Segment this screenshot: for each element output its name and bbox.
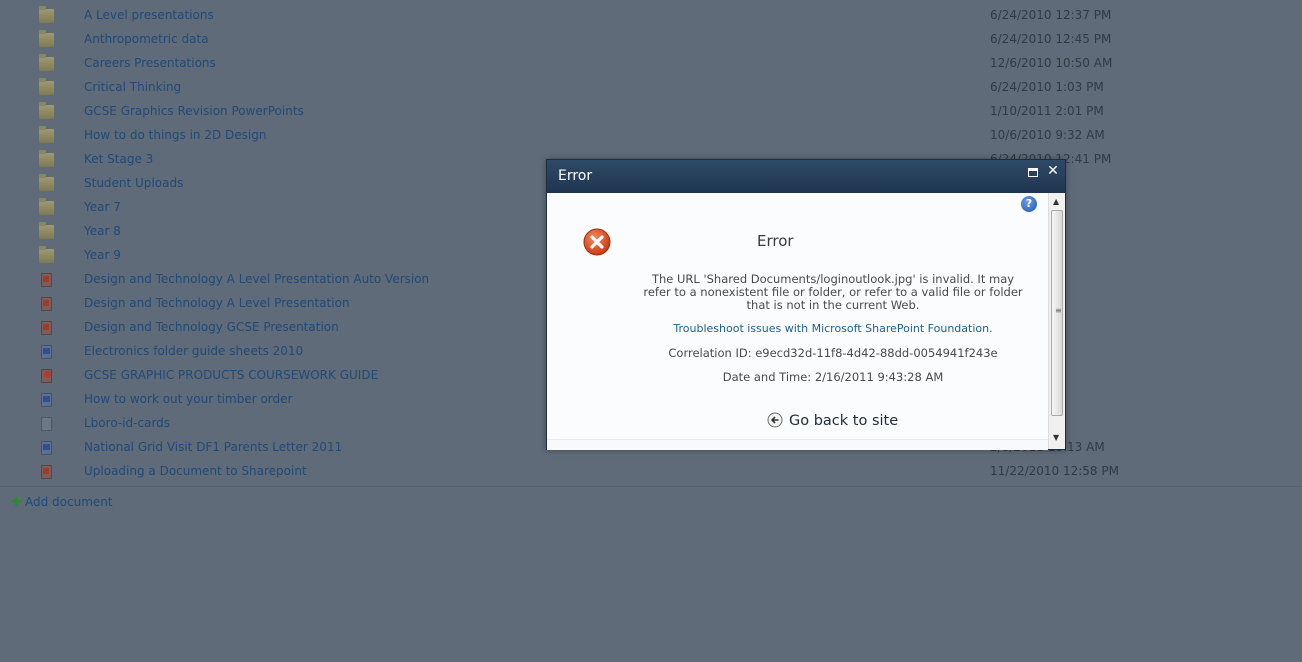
modified-date: 6/24/2010 12:37 PM bbox=[990, 8, 1112, 22]
folder-icon bbox=[39, 78, 54, 95]
dialog-content: ? Error The URL 'Shared Documents/logino… bbox=[547, 193, 1048, 439]
error-datetime: Date and Time: 2/16/2011 9:43:28 AM bbox=[722, 370, 944, 384]
folder-icon bbox=[39, 150, 54, 167]
document-name-link[interactable]: GCSE Graphics Revision PowerPoints bbox=[84, 104, 304, 118]
folder-icon bbox=[39, 126, 54, 143]
go-back-link[interactable]: Go back to site bbox=[767, 412, 898, 429]
list-item[interactable]: How to do things in 2D Design 10/6/2010 9… bbox=[0, 124, 1302, 148]
pdf-file-icon bbox=[41, 369, 52, 383]
error-message: The URL 'Shared Documents/loginoutlook.j… bbox=[643, 272, 1023, 312]
modified-date: 6/24/2010 12:45 PM bbox=[990, 32, 1112, 46]
error-icon bbox=[583, 228, 611, 256]
folder-icon bbox=[39, 222, 54, 239]
list-item[interactable]: Uploading a Document to Sharepoint 11/22/… bbox=[0, 460, 1302, 484]
correlation-id: Correlation ID: e9ecd32d-11f8-4d42-88dd-… bbox=[668, 346, 998, 360]
help-icon[interactable]: ? bbox=[1021, 196, 1037, 212]
powerpoint-file-icon bbox=[41, 273, 52, 287]
list-item[interactable]: Critical Thinking 6/24/2010 1:03 PM bbox=[0, 76, 1302, 100]
document-name-link[interactable]: Year 8 bbox=[84, 224, 121, 238]
dialog-scrollbar[interactable]: ▲ ≡ ▼ bbox=[1048, 193, 1065, 449]
dialog-footer bbox=[547, 439, 1048, 450]
dialog-title: Error bbox=[558, 168, 593, 184]
add-document-label: Add document bbox=[25, 495, 113, 509]
word-file-icon bbox=[41, 441, 52, 455]
scroll-down-arrow-icon[interactable]: ▼ bbox=[1053, 433, 1059, 442]
document-name-link[interactable]: Design and Technology A Level Presentati… bbox=[84, 296, 350, 310]
powerpoint-file-icon bbox=[41, 321, 52, 335]
document-name-link[interactable]: Year 9 bbox=[84, 248, 121, 262]
document-name-link[interactable]: Year 7 bbox=[84, 200, 121, 214]
error-heading: Error bbox=[757, 232, 794, 250]
folder-icon bbox=[39, 30, 54, 47]
modified-date: 12/6/2010 10:50 AM bbox=[990, 56, 1113, 70]
document-name-link[interactable]: National Grid Visit DF1 Parents Letter 2… bbox=[84, 440, 342, 454]
document-name-link[interactable]: GCSE GRAPHIC PRODUCTS COURSEWORK GUIDE bbox=[84, 368, 378, 382]
document-name-link[interactable]: How to work out your timber order bbox=[84, 392, 292, 406]
generic-file-icon bbox=[41, 417, 52, 431]
modified-date: 1/10/2011 2:01 PM bbox=[990, 104, 1104, 118]
scroll-up-arrow-icon[interactable]: ▲ bbox=[1053, 197, 1059, 206]
add-icon: ✚ bbox=[11, 495, 22, 510]
document-name-link[interactable]: Uploading a Document to Sharepoint bbox=[84, 464, 307, 478]
modified-date: 11/22/2010 12:58 PM bbox=[990, 464, 1119, 478]
back-arrow-icon bbox=[767, 412, 783, 428]
list-item[interactable]: Careers Presentations 12/6/2010 10:50 AM bbox=[0, 52, 1302, 76]
scroll-thumb[interactable]: ≡ bbox=[1051, 210, 1063, 416]
list-item[interactable]: Anthropometric data 6/24/2010 12:45 PM bbox=[0, 28, 1302, 52]
document-name-link[interactable]: A Level presentations bbox=[84, 8, 214, 22]
document-name-link[interactable]: Critical Thinking bbox=[84, 80, 181, 94]
document-name-link[interactable]: Lboro-id-cards bbox=[84, 416, 170, 430]
go-back-label: Go back to site bbox=[789, 413, 899, 429]
list-item[interactable]: A Level presentations 6/24/2010 12:37 PM bbox=[0, 4, 1302, 28]
dialog-titlebar: Error ✕ bbox=[547, 160, 1065, 193]
document-name-link[interactable]: Design and Technology GCSE Presentation bbox=[84, 320, 339, 334]
modified-date: 10/6/2010 9:32 AM bbox=[990, 128, 1105, 142]
list-divider bbox=[0, 486, 1302, 487]
document-name-link[interactable]: Student Uploads bbox=[84, 176, 183, 190]
powerpoint-file-icon bbox=[41, 297, 52, 311]
document-name-link[interactable]: Careers Presentations bbox=[84, 56, 216, 70]
list-item[interactable]: GCSE Graphics Revision PowerPoints 1/10/2… bbox=[0, 100, 1302, 124]
scroll-grip-icon: ≡ bbox=[1055, 306, 1062, 315]
add-document-link[interactable]: ✚ Add document bbox=[11, 495, 113, 510]
modified-date: 6/24/2010 1:03 PM bbox=[990, 80, 1104, 94]
word-file-icon bbox=[41, 393, 52, 407]
word-file-icon bbox=[41, 345, 52, 359]
document-name-link[interactable]: Design and Technology A Level Presentati… bbox=[84, 272, 429, 286]
document-name-link[interactable]: How to do things in 2D Design bbox=[84, 128, 266, 142]
folder-icon bbox=[39, 246, 54, 263]
folder-icon bbox=[39, 198, 54, 215]
maximize-button[interactable] bbox=[1028, 168, 1038, 177]
folder-icon bbox=[39, 6, 54, 23]
folder-icon bbox=[39, 54, 54, 71]
document-name-link[interactable]: Ket Stage 3 bbox=[84, 152, 153, 166]
troubleshoot-link[interactable]: Troubleshoot issues with Microsoft Share… bbox=[643, 322, 1023, 335]
document-name-link[interactable]: Electronics folder guide sheets 2010 bbox=[84, 344, 303, 358]
folder-icon bbox=[39, 174, 54, 191]
powerpoint-file-icon bbox=[41, 465, 52, 479]
error-dialog: Error ✕ ? Error The URL 'Shared Document… bbox=[546, 159, 1066, 450]
close-button[interactable]: ✕ bbox=[1047, 164, 1059, 178]
folder-icon bbox=[39, 102, 54, 119]
document-name-link[interactable]: Anthropometric data bbox=[84, 32, 209, 46]
